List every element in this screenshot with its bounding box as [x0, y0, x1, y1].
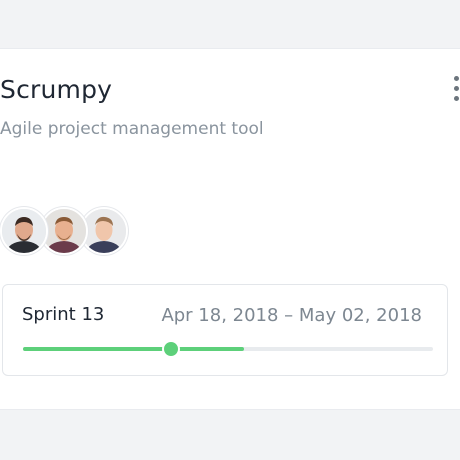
- sprint-progress-fill: [23, 347, 245, 351]
- avatar[interactable]: [0, 207, 48, 255]
- today-marker: [161, 340, 180, 358]
- sprint-name: Sprint 13: [22, 304, 105, 325]
- more-vertical-icon-dot: [454, 96, 459, 101]
- project-subtitle: Agile project management tool: [0, 119, 264, 139]
- sprint-dates: Apr 18, 2018 – May 02, 2018: [161, 305, 422, 326]
- more-vertical-icon-dot: [454, 86, 459, 91]
- project-title: Scrumpy: [0, 75, 113, 104]
- more-options-button[interactable]: [449, 76, 460, 106]
- more-vertical-icon: [454, 76, 459, 81]
- sprint-progress-track: [23, 340, 433, 358]
- sprint-panel[interactable]: Sprint 13 Apr 18, 2018 – May 02, 2018: [2, 284, 448, 376]
- project-card[interactable]: Scrumpy Agile project management tool Sp…: [0, 48, 460, 410]
